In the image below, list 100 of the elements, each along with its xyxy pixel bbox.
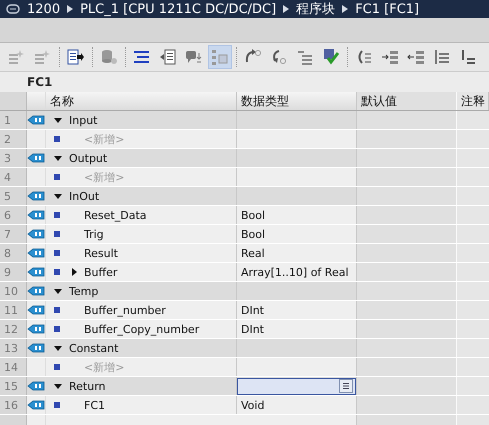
row-number: 6	[0, 206, 27, 224]
table-cell	[457, 187, 489, 205]
row-number: 16	[0, 396, 27, 414]
table-cell	[457, 263, 489, 281]
square-bullet-icon	[54, 307, 60, 313]
variable-name: Buffer_number	[84, 304, 166, 316]
tag-icon	[27, 304, 45, 316]
table-cell	[457, 396, 489, 414]
list-button-icon[interactable]	[339, 379, 353, 393]
tag-icon	[27, 342, 45, 354]
variable-name: Result	[84, 246, 118, 260]
square-bullet-icon	[54, 250, 60, 256]
expanded-triangle-icon[interactable]	[53, 153, 63, 163]
table-cell	[457, 168, 489, 186]
table-cell	[457, 206, 489, 224]
tag-icon	[27, 209, 45, 221]
row-number: 10	[0, 282, 27, 300]
square-bullet-icon	[54, 174, 60, 180]
expanded-triangle-icon[interactable]	[53, 381, 63, 391]
variable-name: FC1	[84, 398, 106, 412]
tag-icon	[27, 399, 45, 411]
variable-name: Buffer_Copy_number	[84, 322, 200, 336]
row-number: 3	[0, 149, 27, 167]
tag-icon	[27, 380, 45, 392]
table-row[interactable]: 11 Buffer_number DInt	[0, 301, 489, 320]
column-header[interactable]: 注释	[457, 92, 489, 110]
variable-name: Trig	[84, 228, 104, 240]
tag-icon	[27, 228, 45, 240]
square-bullet-icon	[54, 269, 60, 275]
variable-name: Input	[69, 114, 98, 126]
variable-name: Reset_Data	[84, 208, 146, 222]
tag-icon	[27, 323, 45, 335]
table-cell	[457, 130, 489, 148]
breadcrumb-item[interactable]: 1200	[27, 2, 60, 16]
table-row[interactable]: 13 Constant	[0, 339, 489, 358]
row-number: 15	[0, 377, 27, 395]
block-title: FC1	[27, 75, 52, 89]
table-row[interactable]: 7 Trig Bool	[0, 225, 489, 244]
variable-name: Output	[69, 152, 108, 164]
variable-name: Buffer	[84, 266, 118, 278]
tag-icon	[27, 285, 45, 297]
column-header[interactable]: 名称	[46, 92, 237, 110]
table-cell	[457, 339, 489, 357]
square-bullet-icon	[54, 231, 60, 237]
table-row[interactable]: 5 InOut	[0, 187, 489, 206]
row-number: 1	[0, 111, 27, 129]
table-row[interactable]: 1 Input	[0, 111, 489, 130]
expanded-triangle-icon[interactable]	[53, 115, 63, 125]
row-number: 12	[0, 320, 27, 338]
table-row[interactable]: 6 Reset_Data Bool	[0, 206, 489, 225]
collapsed-triangle-icon[interactable]	[69, 267, 79, 277]
table-row[interactable]: 10 Temp	[0, 282, 489, 301]
expanded-triangle-icon[interactable]	[53, 191, 63, 201]
breadcrumb-item[interactable]: 程序块	[296, 0, 336, 18]
square-bullet-icon	[54, 136, 60, 142]
row-number: 8	[0, 244, 27, 262]
row-number: 7	[0, 225, 27, 243]
table-row[interactable]: 9 Buffer Array[1..10] of Real	[0, 263, 489, 282]
expanded-triangle-icon[interactable]	[53, 286, 63, 296]
table-cell	[457, 225, 489, 243]
table-cell	[457, 320, 489, 338]
table-cell	[457, 301, 489, 319]
row-number: 13	[0, 339, 27, 357]
tag-icon	[27, 190, 45, 202]
table-cell	[457, 111, 489, 129]
row-number: 11	[0, 301, 27, 319]
row-number: 5	[0, 187, 27, 205]
tag-icon	[27, 114, 45, 126]
expanded-triangle-icon[interactable]	[53, 343, 63, 353]
link-icon	[6, 4, 20, 14]
table-cell	[457, 358, 489, 376]
breadcrumb-arrow-icon	[342, 5, 348, 13]
table-row[interactable]: 16 FC1 Void	[0, 396, 489, 415]
breadcrumb-item[interactable]: PLC_1 [CPU 1211C DC/DC/DC]	[80, 2, 276, 16]
table-cell	[457, 282, 489, 300]
table-cell	[457, 377, 489, 395]
table-cell	[457, 149, 489, 167]
variable-name: Temp	[69, 284, 98, 298]
table-row[interactable]: 12 Buffer_Copy_number DInt	[0, 320, 489, 339]
variable-name: Constant	[69, 342, 118, 354]
row-number: 4	[0, 168, 27, 186]
tag-icon	[27, 152, 45, 164]
table-row[interactable]: 3 Output	[0, 149, 489, 168]
variable-name: InOut	[69, 190, 100, 202]
column-header[interactable]: 默认值	[357, 92, 457, 110]
table-row[interactable]: 8 Result Real	[0, 244, 489, 263]
row-number: 14	[0, 358, 27, 376]
breadcrumb-arrow-icon	[67, 5, 74, 13]
tag-icon	[27, 247, 45, 259]
variable-name: Return	[69, 380, 106, 392]
breadcrumb-item[interactable]: FC1 [FC1]	[355, 2, 420, 16]
breadcrumb-arrow-icon	[283, 5, 290, 13]
row-number: 2	[0, 130, 27, 148]
header-cell	[0, 92, 27, 110]
square-bullet-icon	[54, 364, 60, 370]
table-cell	[457, 244, 489, 262]
table-row[interactable]: 15 Return	[0, 377, 489, 396]
square-bullet-icon	[54, 212, 60, 218]
square-bullet-icon	[54, 402, 60, 408]
square-bullet-icon	[54, 326, 60, 332]
